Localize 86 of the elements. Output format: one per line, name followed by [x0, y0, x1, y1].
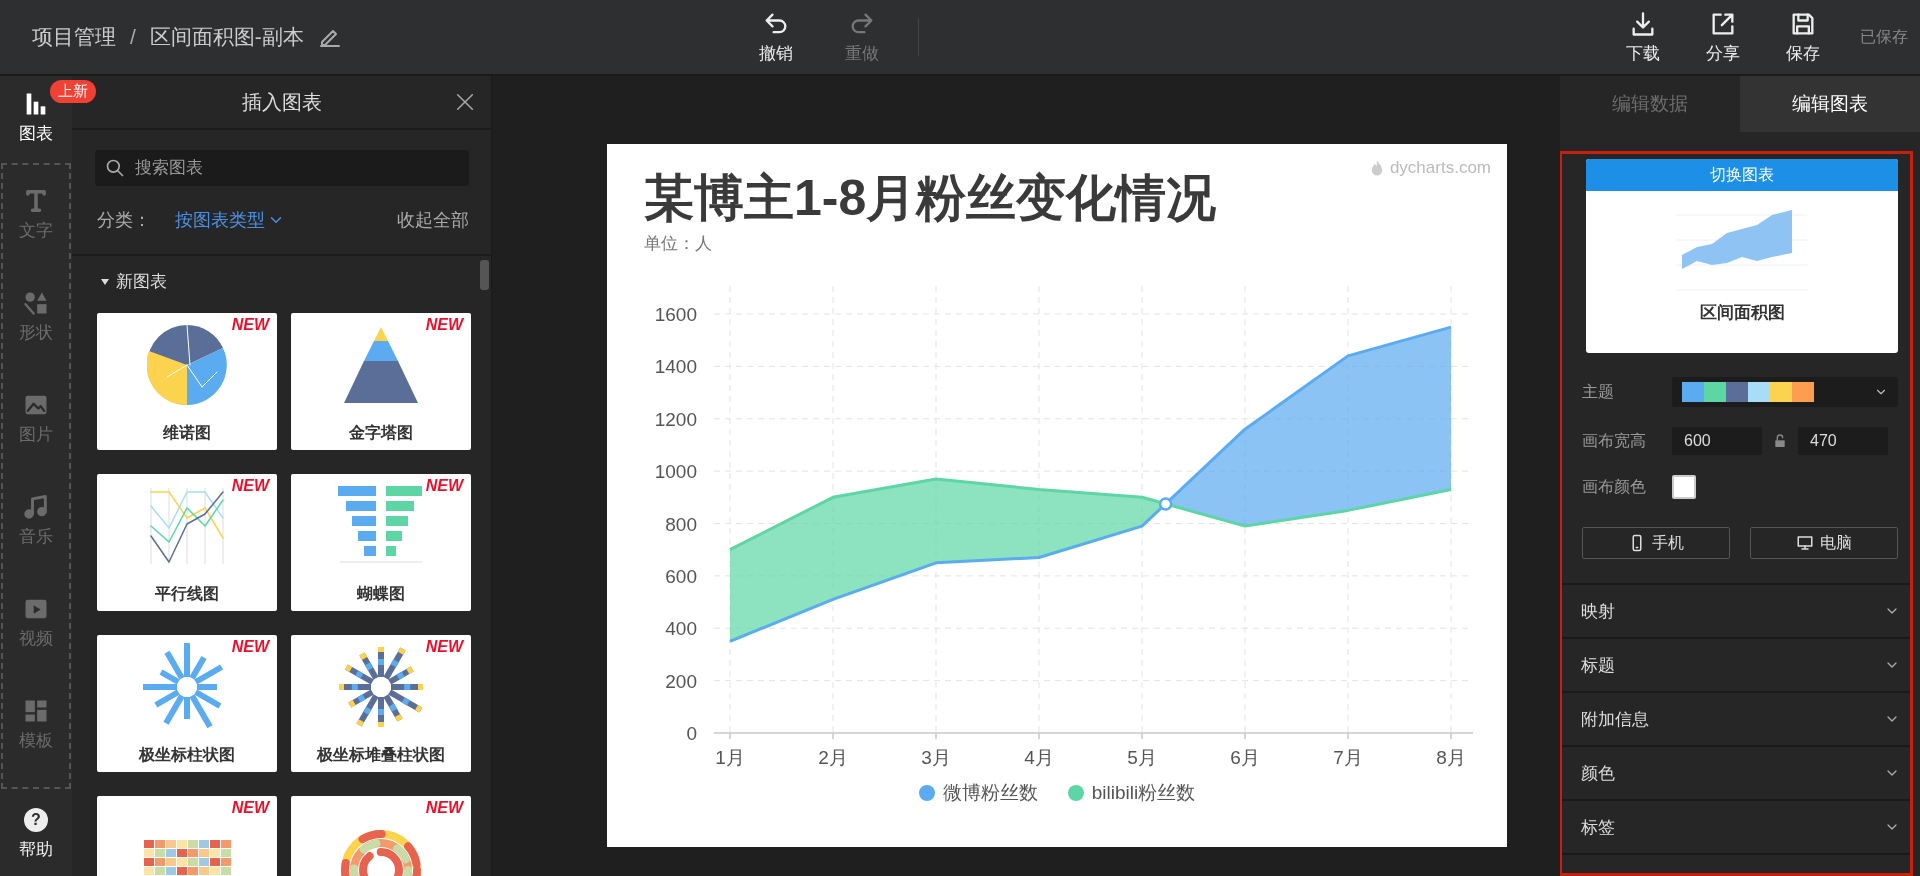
axis-label: 2月 [818, 747, 848, 768]
chart-type-card[interactable]: NEW [291, 796, 471, 876]
chart-type-card[interactable]: NEW 极坐标堆叠柱状图 [291, 635, 471, 772]
field-label: 画布颜色 [1582, 476, 1647, 497]
axis-label: 1000 [654, 461, 697, 483]
desktop-button[interactable]: 电脑 [1750, 527, 1898, 559]
new-label: NEW [425, 316, 463, 334]
axis-label: 1600 [654, 304, 697, 325]
axis-label: 4月 [1024, 747, 1054, 768]
crossing-marker [1158, 497, 1173, 511]
axis-label: 3月 [921, 747, 951, 768]
close-icon [454, 91, 476, 113]
width-field[interactable]: 600 [1672, 427, 1762, 455]
search-field[interactable]: 搜索图表 [95, 150, 469, 186]
legend-dot[interactable] [918, 785, 935, 801]
undo-button[interactable]: 撤销 [745, 9, 807, 65]
filter-label: 分类： [97, 209, 151, 232]
chart-type-card[interactable]: NEW 金字塔图 [291, 313, 471, 450]
download-button[interactable]: 下载 [1612, 9, 1674, 65]
chart-type-name: 区间面积图 [1699, 302, 1785, 324]
new-label: NEW [425, 477, 463, 495]
project-name: 区间面积图-副本 [149, 24, 304, 50]
new-label: NEW [231, 638, 269, 656]
scrollbar[interactable] [480, 260, 489, 290]
card-label: 蝴蝶图 [357, 584, 405, 604]
chart-title: 某博主1-8月粉丝变化情况 [644, 171, 1217, 226]
chart-type-card[interactable]: NEW 平行线图 [97, 474, 277, 611]
legend-label[interactable]: 微博粉丝数 [942, 780, 1038, 806]
card-label: 平行线图 [155, 584, 219, 604]
section-header[interactable]: 附加信息 [1562, 693, 1910, 747]
axis-label: 600 [665, 565, 697, 587]
new-badge: 上新 [50, 80, 96, 103]
breadcrumb-link[interactable]: 项目管理 [32, 23, 116, 51]
new-label: NEW [231, 799, 269, 817]
axis-label: 7月 [1333, 747, 1363, 768]
height-field[interactable]: 470 [1798, 427, 1888, 455]
breadcrumb-separator: / [130, 25, 136, 49]
axis-label: 1400 [654, 356, 697, 378]
color-swatch[interactable] [1672, 475, 1696, 499]
brand-text: dycharts.com [1389, 158, 1491, 178]
axis-label: 1200 [654, 408, 697, 430]
save-button[interactable]: 保存 [1772, 9, 1834, 65]
help-button[interactable]: ? 帮助 [0, 807, 72, 862]
category-dropdown[interactable]: 按图表类型 [175, 208, 285, 232]
legend-dot[interactable] [1067, 785, 1084, 801]
new-label: NEW [231, 316, 269, 334]
unlock-icon[interactable] [1772, 433, 1788, 449]
panel-title: 插入图表 [241, 89, 322, 115]
axis-label: 1月 [715, 747, 745, 768]
panel-tab[interactable]: 编辑图表 [1740, 76, 1920, 132]
axis-label: 6月 [1230, 747, 1260, 768]
share-button[interactable]: 分享 [1692, 9, 1754, 65]
axis-label: 800 [665, 513, 697, 535]
new-label: NEW [231, 477, 269, 495]
field-label: 主题 [1582, 381, 1615, 402]
axis-label: 0 [686, 723, 697, 744]
section-header[interactable]: 标题 [1562, 639, 1910, 693]
theme-select[interactable] [1672, 377, 1898, 407]
card-label: 极坐标堆叠柱状图 [317, 745, 445, 765]
axis-label: 200 [665, 670, 697, 692]
monitor-icon [1796, 534, 1814, 552]
new-label: NEW [425, 799, 463, 817]
axis-label: 8月 [1436, 747, 1466, 768]
chart-type-card[interactable]: NEW 极坐标柱状图 [97, 635, 277, 772]
card-label: 维诺图 [163, 423, 211, 443]
legend-label[interactable]: bilibili粉丝数 [1091, 780, 1196, 806]
search-icon [105, 158, 125, 178]
chart-type-card[interactable]: NEW 维诺图 [97, 313, 277, 450]
new-label: NEW [425, 638, 463, 656]
axis-label: 5月 [1127, 747, 1157, 768]
chart-type-card[interactable]: NEW 蝴蝶图 [291, 474, 471, 611]
collapse-all-button[interactable]: 收起全部 [397, 208, 469, 232]
chart-type-card[interactable]: NEW [97, 796, 277, 876]
save-status: 已保存 [1860, 26, 1908, 47]
section-header[interactable]: 标签 [1562, 801, 1910, 855]
section-header[interactable]: 颜色 [1562, 747, 1910, 801]
help-icon: ? [24, 808, 48, 832]
card-label: 极坐标柱状图 [139, 745, 235, 765]
music-note-icon [22, 493, 50, 521]
mobile-button[interactable]: 手机 [1582, 527, 1730, 559]
axis-label: 400 [665, 618, 697, 640]
field-label: 画布宽高 [1582, 430, 1647, 451]
section-header[interactable]: 映射 [1562, 585, 1910, 639]
group-toggle[interactable]: 新图表 [97, 270, 167, 293]
card-label: 金字塔图 [349, 423, 413, 443]
chart-subtitle: 单位：人 [644, 233, 712, 255]
